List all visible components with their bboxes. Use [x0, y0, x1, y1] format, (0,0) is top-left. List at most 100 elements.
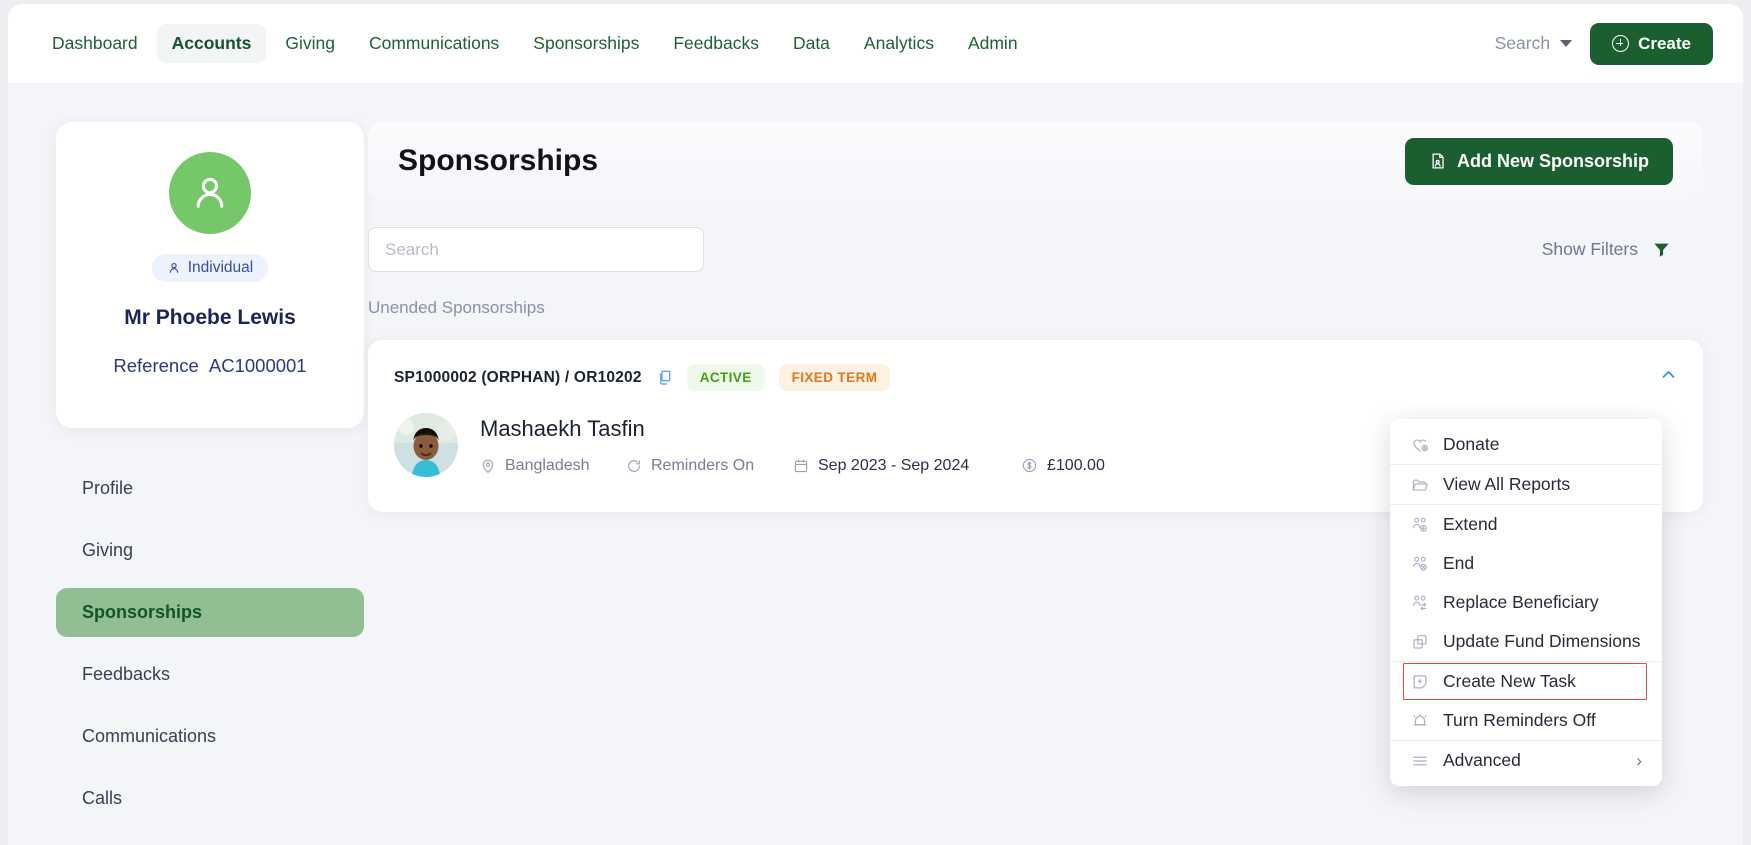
- meta-country-label: Bangladesh: [505, 456, 590, 474]
- meta-date-range-label: Sep 2023 - Sep 2024: [818, 456, 970, 474]
- note-plus-icon: [1410, 672, 1429, 691]
- sponsorship-card-header: SP1000002 (ORPHAN) / OR10202 ACTIVE FIXE…: [394, 364, 1677, 391]
- sidebar-item-sponsorships[interactable]: Sponsorships: [56, 588, 364, 637]
- beneficiary-photo-image: [394, 413, 458, 477]
- account-type-label: Individual: [187, 259, 254, 276]
- menu-item-donate-label: Donate: [1443, 434, 1500, 454]
- meta-country: Bangladesh: [480, 457, 626, 475]
- filter-row: Show Filters: [368, 227, 1703, 272]
- account-reference-label: Reference: [113, 355, 199, 376]
- menu-item-create-new-task[interactable]: Create New Task: [1402, 662, 1648, 701]
- users-plus-icon: [1410, 515, 1429, 534]
- account-reference: Reference AC1000001: [76, 355, 344, 377]
- account-reference-value: AC1000001: [208, 355, 307, 376]
- create-button-label: Create: [1638, 33, 1691, 53]
- nav-item-accounts[interactable]: Accounts: [156, 24, 267, 63]
- sidebar-nav: Profile Giving Sponsorships Feedbacks Co…: [56, 464, 364, 823]
- menu-item-extend[interactable]: Extend: [1390, 505, 1662, 544]
- menu-item-end-label: End: [1443, 553, 1475, 573]
- page-header: Sponsorships Add New Sponsorship: [368, 122, 1703, 200]
- meta-reminders-label: Reminders On: [651, 456, 755, 474]
- menu-group-reports: View All Reports: [1390, 464, 1662, 504]
- menu-item-advanced-label: Advanced: [1443, 750, 1521, 770]
- sidebar-item-communications[interactable]: Communications: [56, 712, 364, 761]
- menu-item-turn-reminders-off[interactable]: Turn Reminders Off: [1390, 701, 1662, 740]
- menu-item-update-fund-dimensions[interactable]: Update Fund Dimensions: [1390, 622, 1662, 661]
- status-badge-active: ACTIVE: [686, 364, 765, 391]
- menu-group-tasks: Create New Task Turn Reminders Off: [1390, 661, 1662, 740]
- sponsorship-meta-row: Bangladesh Reminders On Sep 2023 - Sep 2…: [480, 457, 1105, 475]
- top-nav-right: Search Create: [1494, 22, 1743, 65]
- sponsorship-actions-menu: Donate View All Reports Extend End Repla…: [1390, 419, 1662, 786]
- menu-item-donate[interactable]: Donate: [1390, 425, 1662, 464]
- add-new-sponsorship-label: Add New Sponsorship: [1456, 150, 1649, 171]
- refresh-icon: [628, 459, 640, 472]
- account-name: Mr Phoebe Lewis: [124, 306, 296, 329]
- nav-item-giving[interactable]: Giving: [270, 24, 350, 63]
- chevron-right-icon: ›: [1636, 750, 1642, 770]
- bell-off-icon: [1410, 711, 1429, 730]
- folder-icon: [1410, 475, 1429, 494]
- nav-item-data[interactable]: Data: [778, 24, 845, 63]
- menu-item-turn-reminders-off-label: Turn Reminders Off: [1443, 710, 1596, 730]
- menu-item-create-new-task-label: Create New Task: [1443, 671, 1576, 691]
- menu-lines-icon: [1410, 751, 1429, 770]
- menu-item-replace-beneficiary-label: Replace Beneficiary: [1443, 592, 1599, 612]
- person-small-icon: [169, 262, 178, 273]
- menu-item-replace-beneficiary[interactable]: Replace Beneficiary: [1390, 583, 1662, 622]
- search-input[interactable]: [368, 227, 704, 272]
- create-button[interactable]: Create: [1590, 22, 1713, 65]
- add-new-sponsorship-button[interactable]: Add New Sponsorship: [1404, 137, 1673, 185]
- menu-group-donate: Donate: [1390, 425, 1662, 464]
- location-pin-icon: [482, 459, 494, 473]
- heart-plus-icon: [1410, 435, 1429, 454]
- status-badge-fixed-term: FIXED TERM: [778, 364, 891, 391]
- show-filters-label: Show Filters: [1541, 239, 1638, 259]
- top-navigation-bar: Dashboard Accounts Giving Communications…: [8, 4, 1743, 83]
- calendar-icon: [794, 459, 808, 472]
- nav-item-admin[interactable]: Admin: [953, 24, 1033, 63]
- person-icon: [196, 177, 224, 208]
- sidebar-item-feedbacks[interactable]: Feedbacks: [56, 650, 364, 699]
- sidebar-item-calls[interactable]: Calls: [56, 774, 364, 823]
- nav-item-feedbacks[interactable]: Feedbacks: [658, 24, 774, 63]
- meta-amount-label: £100.00: [1047, 456, 1105, 474]
- section-label: Unended Sponsorships: [368, 298, 545, 317]
- menu-item-view-all-reports[interactable]: View All Reports: [1390, 465, 1662, 504]
- chevron-up-icon[interactable]: [1660, 366, 1677, 383]
- menu-item-end[interactable]: End: [1390, 544, 1662, 583]
- account-profile-card: Individual Mr Phoebe Lewis Reference AC1…: [56, 122, 364, 428]
- search-dropdown[interactable]: Search: [1494, 33, 1573, 54]
- nav-item-communications[interactable]: Communications: [354, 24, 514, 63]
- beneficiary-photo: [394, 413, 458, 477]
- account-type-badge: Individual: [151, 254, 269, 282]
- top-nav-items: Dashboard Accounts Giving Communications…: [8, 24, 1033, 63]
- currency-coin-icon: [1022, 458, 1037, 473]
- users-x-icon: [1410, 554, 1429, 573]
- filter-icon: [1654, 243, 1669, 257]
- search-dropdown-label: Search: [1494, 33, 1551, 53]
- page-title: Sponsorships: [398, 144, 599, 177]
- avatar: [169, 152, 251, 234]
- plus-circle-icon: [1612, 35, 1630, 52]
- menu-group-lifecycle: Extend End Replace Beneficiary Update Fu…: [1390, 504, 1662, 661]
- beneficiary-info: Mashaekh Tasfin Bangladesh Reminders On …: [480, 416, 1105, 475]
- sidebar: Individual Mr Phoebe Lewis Reference AC1…: [56, 122, 364, 836]
- copy-icon: [1410, 632, 1429, 651]
- nav-item-analytics[interactable]: Analytics: [849, 24, 949, 63]
- chevron-down-icon: [1560, 40, 1573, 47]
- copy-icon[interactable]: [656, 369, 673, 386]
- document-person-icon: [1432, 153, 1444, 169]
- sidebar-item-giving[interactable]: Giving: [56, 526, 364, 575]
- meta-date-range: Sep 2023 - Sep 2024: [793, 457, 1021, 475]
- show-filters-toggle[interactable]: Show Filters: [1542, 239, 1671, 260]
- menu-item-advanced[interactable]: Advanced ›: [1390, 741, 1662, 780]
- beneficiary-name: Mashaekh Tasfin: [480, 415, 645, 441]
- menu-item-extend-label: Extend: [1443, 514, 1498, 534]
- users-swap-icon: [1410, 593, 1429, 612]
- sidebar-item-profile[interactable]: Profile: [56, 464, 364, 513]
- nav-item-dashboard[interactable]: Dashboard: [37, 24, 153, 63]
- nav-item-sponsorships[interactable]: Sponsorships: [518, 24, 654, 63]
- sponsorship-code: SP1000002 (ORPHAN) / OR10202: [394, 368, 642, 386]
- menu-item-update-fund-dimensions-label: Update Fund Dimensions: [1443, 631, 1641, 651]
